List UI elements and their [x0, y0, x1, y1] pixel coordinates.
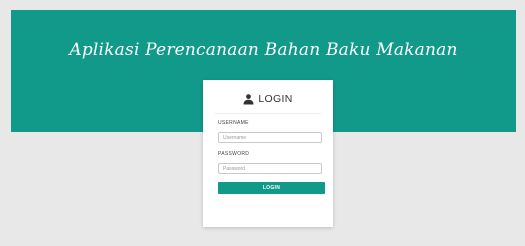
login-page: Aplikasi Perencanaan Bahan Baku Makanan … [0, 0, 525, 246]
card-divider [215, 113, 321, 114]
login-title: LOGIN [258, 93, 293, 105]
username-label: USERNAME [218, 120, 249, 126]
user-icon [243, 94, 254, 105]
app-title: Aplikasi Perencanaan Bahan Baku Makanan [69, 40, 458, 60]
password-label: PASSWORD [218, 151, 250, 157]
password-input[interactable] [218, 163, 322, 174]
login-button[interactable]: LOGIN [218, 182, 325, 194]
login-card: LOGIN USERNAME PASSWORD LOGIN [203, 80, 333, 227]
username-input[interactable] [218, 132, 322, 143]
login-card-header: LOGIN [203, 91, 333, 107]
